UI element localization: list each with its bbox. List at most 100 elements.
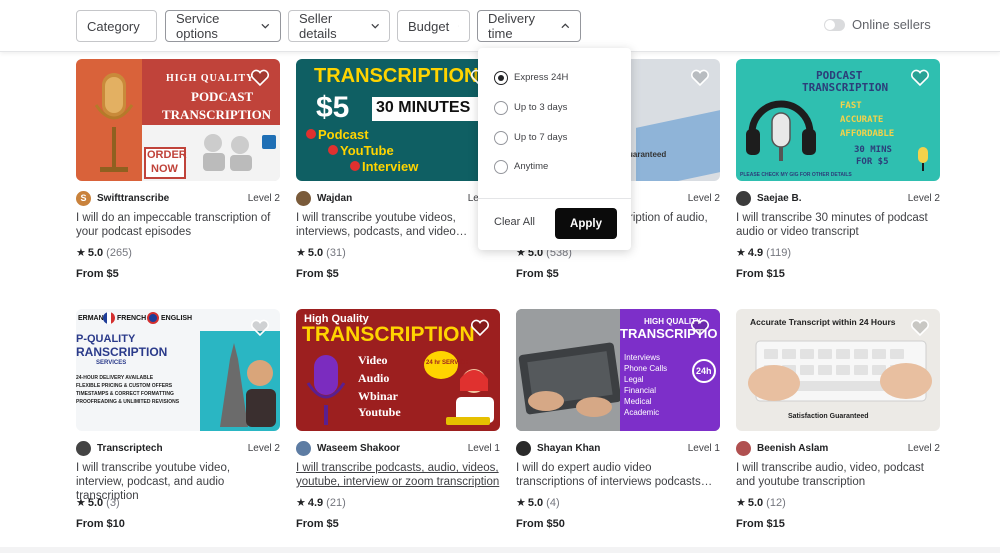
delivery-time-filter-button[interactable]: Delivery time	[477, 10, 581, 42]
seller-name[interactable]: Shayan Khan	[537, 443, 600, 454]
gig-card[interactable]: ERMAN FRENCH ENGLISH P-QUALITY RANSCRIPT…	[76, 309, 280, 539]
budget-filter-button[interactable]: Budget	[397, 10, 470, 42]
gig-title[interactable]: I will transcribe 30 minutes of podcast …	[736, 211, 940, 239]
gig-price[interactable]: From $50	[516, 518, 565, 530]
seller-name[interactable]: Beenish Aslam	[757, 443, 828, 454]
gig-thumbnail[interactable]: TRANSCRIPTION $5 30 MINUTES Podcast YouT…	[296, 59, 500, 181]
thumb-text: PLEASE CHECK MY GIG FOR OTHER DETAILS	[740, 172, 852, 178]
filter-bar: Category Service options Seller details …	[0, 0, 1000, 52]
seller-name[interactable]: Transcriptech	[97, 443, 163, 454]
seller-row: Saejae B. Level 2	[736, 190, 940, 206]
thumb-text: FLEXIBLE PRICING & CUSTOM OFFERS	[76, 383, 173, 389]
gig-card[interactable]: TRANSCRIPTION $5 30 MINUTES Podcast YouT…	[296, 59, 500, 289]
heart-icon[interactable]	[250, 319, 270, 337]
gig-price[interactable]: From $10	[76, 518, 125, 530]
service-list-item: Financial	[624, 386, 657, 395]
gig-card[interactable]: PODCAST TRANSCRIPTION FAST ACCURATE AFFO…	[736, 59, 940, 289]
gig-thumbnail[interactable]: Accurate Transcript within 24 Hours Sati…	[736, 309, 940, 431]
seller-row: Transcriptech Level 2	[76, 440, 280, 456]
budget-filter-label: Budget	[408, 18, 450, 34]
thumb-text: TRANSCRIPTION	[314, 65, 479, 87]
gig-card[interactable]: Accurate Transcript within 24 Hours Sati…	[736, 309, 940, 539]
gig-title[interactable]: I will do an impeccable transcription of…	[76, 211, 280, 239]
online-sellers-toggle[interactable]	[824, 18, 845, 31]
headphones-mic-icon	[746, 100, 816, 161]
clear-all-button[interactable]: Clear All	[494, 216, 535, 228]
seller-details-filter-button[interactable]: Seller details	[288, 10, 390, 42]
seller-level: Level 1	[687, 442, 720, 454]
gig-thumbnail[interactable]: HIGH QUALITY TRANSCRIPTIO Interviews Pho…	[516, 309, 720, 431]
seller-name[interactable]: Swifttranscribe	[97, 193, 169, 204]
apply-button[interactable]: Apply	[555, 208, 617, 239]
thumb-text: Satisfaction Guaranteed	[788, 413, 869, 420]
thumb-text: ORDER	[147, 149, 187, 161]
gig-price[interactable]: From $5	[76, 268, 119, 280]
gig-price[interactable]: From $5	[516, 268, 559, 280]
online-sellers-label: Online sellers	[852, 17, 931, 32]
thumb-text: Accurate Transcript within 24 Hours	[750, 317, 896, 327]
avatar[interactable]	[296, 190, 311, 206]
service-list-item: Phone Calls	[624, 364, 668, 373]
rating-score: 5.0	[87, 496, 104, 509]
category-filter-button[interactable]: Category	[76, 10, 157, 42]
gig-price[interactable]: From $5	[296, 518, 339, 530]
delivery-option-express[interactable]: Express 24H	[494, 70, 568, 85]
gig-thumbnail[interactable]: PODCAST TRANSCRIPTION FAST ACCURATE AFFO…	[736, 59, 940, 181]
avatar[interactable]	[736, 190, 751, 206]
thumb-text: AFFORDABLE	[840, 129, 895, 139]
gig-price[interactable]: From $15	[736, 518, 785, 530]
delivery-option-7-days[interactable]: Up to 7 days	[494, 130, 567, 145]
gig-card[interactable]: HIGH QUALITY TRANSCRIPTIO Interviews Pho…	[516, 309, 720, 539]
radio-unselected[interactable]	[494, 159, 508, 174]
heart-icon[interactable]	[910, 319, 930, 337]
rating: ★ 5.0 (12)	[736, 496, 786, 510]
gig-price[interactable]: From $15	[736, 268, 785, 280]
gig-title[interactable]: I will do expert audio video transcripti…	[516, 461, 720, 489]
rating-count: (21)	[326, 496, 346, 509]
avatar[interactable]: S	[76, 190, 91, 206]
avatar[interactable]	[296, 440, 311, 456]
star-icon: ★	[736, 247, 746, 259]
seller-name[interactable]: Saejae B.	[757, 193, 801, 204]
heart-icon[interactable]	[470, 319, 490, 337]
gig-title[interactable]: I will transcribe youtube videos, interv…	[296, 211, 500, 239]
seller-level: Level 2	[247, 192, 280, 204]
eiffel-tower-portrait-illustration	[220, 343, 276, 427]
avatar[interactable]	[736, 440, 751, 456]
logo-badge	[262, 135, 276, 149]
service-options-filter-button[interactable]: Service options	[165, 10, 281, 42]
thumb-text: TIMESTAMPS & CORRECT FORMATTING	[76, 391, 174, 397]
thumb-text: PODCAST	[191, 89, 254, 104]
gig-card[interactable]: HIGH QUALITY PODCAST TRANSCRIPTION ORDER…	[76, 59, 280, 289]
heart-icon[interactable]	[250, 69, 270, 87]
thumb-text: P-QUALITY	[76, 333, 136, 345]
radio-unselected[interactable]	[494, 100, 508, 115]
heart-icon[interactable]	[690, 69, 710, 87]
avatar[interactable]	[76, 440, 91, 456]
toggle-knob	[825, 19, 835, 30]
service-options-filter-label: Service options	[176, 11, 220, 41]
gig-thumbnail[interactable]: High Quality TRANSCRIPTION Video Audio W…	[296, 309, 500, 431]
thumb-text: 30 MINUTES	[376, 99, 471, 116]
delivery-option-anytime[interactable]: Anytime	[494, 159, 548, 174]
heart-icon[interactable]	[910, 69, 930, 87]
avatar[interactable]	[516, 440, 531, 456]
check-icon	[350, 161, 360, 171]
delivery-option-3-days[interactable]: Up to 3 days	[494, 100, 567, 115]
gig-thumbnail[interactable]: ERMAN FRENCH ENGLISH P-QUALITY RANSCRIPT…	[76, 309, 280, 431]
gig-thumbnail[interactable]: HIGH QUALITY PODCAST TRANSCRIPTION ORDER…	[76, 59, 280, 181]
radio-selected[interactable]	[494, 70, 508, 85]
delivery-time-filter-label: Delivery time	[488, 11, 535, 41]
gig-title[interactable]: I will transcribe audio, video, podcast …	[736, 461, 940, 489]
gig-card[interactable]: High Quality TRANSCRIPTION Video Audio W…	[296, 309, 500, 539]
radio-unselected[interactable]	[494, 130, 508, 145]
thumb-text: ERMAN	[78, 315, 104, 322]
gig-title[interactable]: I will transcribe podcasts, audio, video…	[296, 461, 500, 489]
heart-icon[interactable]	[690, 319, 710, 337]
seller-name[interactable]: Wajdan	[317, 193, 352, 204]
uk-flag-icon	[147, 312, 159, 324]
gig-price[interactable]: From $5	[296, 268, 339, 280]
star-icon: ★	[76, 497, 86, 509]
laptop-typing-photo	[516, 309, 620, 431]
seller-name[interactable]: Waseem Shakoor	[317, 443, 400, 454]
